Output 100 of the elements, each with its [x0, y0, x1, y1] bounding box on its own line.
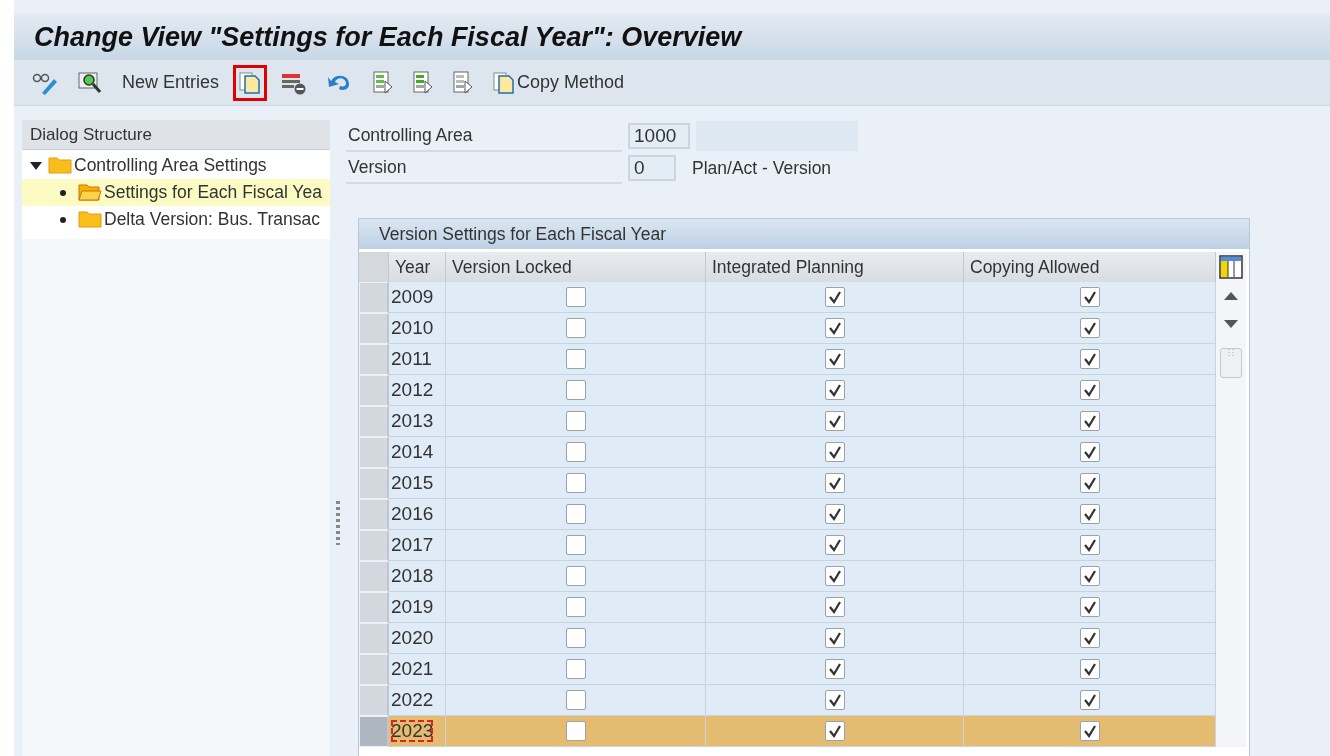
tree-label: Delta Version: Bus. Transac: [104, 209, 320, 230]
copy-icon: [239, 70, 262, 95]
field-label: Version: [346, 152, 622, 184]
table-cell: 2012: [391, 379, 434, 401]
copy-icon: [493, 70, 516, 95]
table-cell: 2022: [391, 689, 434, 711]
table-title: Version Settings for Each Fiscal Year: [359, 219, 1249, 249]
checkbox[interactable]: [1079, 349, 1100, 369]
tree-item[interactable]: Settings for Each Fiscal Yea: [22, 179, 330, 206]
scrollbar-thumb[interactable]: [1220, 348, 1242, 378]
checkbox[interactable]: [565, 318, 586, 338]
input-field[interactable]: 0: [628, 155, 676, 181]
checkbox[interactable]: [1079, 690, 1100, 710]
open-folder-icon: [78, 183, 102, 202]
tree-label: Settings for Each Fiscal Yea: [104, 182, 322, 203]
checkbox[interactable]: [565, 287, 586, 307]
bullet-icon: [60, 216, 66, 223]
checkbox[interactable]: [1079, 380, 1100, 400]
checkbox[interactable]: [565, 566, 586, 586]
tree-item[interactable]: Controlling Area Settings: [22, 152, 330, 179]
checkbox[interactable]: [1079, 659, 1100, 679]
table-cell: 2018: [391, 565, 434, 587]
checkbox[interactable]: [1079, 535, 1100, 555]
table-cell: 2016: [391, 503, 434, 525]
scroll-down-icon[interactable]: [1224, 320, 1238, 328]
table-cell: 2019: [391, 596, 434, 618]
checkbox[interactable]: [824, 380, 845, 400]
checkbox[interactable]: [824, 597, 845, 617]
caret-icon[interactable]: [30, 161, 42, 170]
checkbox[interactable]: [565, 659, 586, 679]
checkbox[interactable]: [565, 721, 586, 741]
checkbox[interactable]: [565, 442, 586, 462]
table-cell: 2017: [391, 534, 434, 556]
checkbox[interactable]: [1079, 411, 1100, 431]
checkbox[interactable]: [824, 659, 845, 679]
checkbox[interactable]: [1079, 504, 1100, 524]
checkbox[interactable]: [824, 721, 845, 741]
deselect-icon: [453, 70, 474, 95]
checkbox[interactable]: [1079, 287, 1100, 307]
checkbox[interactable]: [824, 628, 845, 648]
checkbox[interactable]: [824, 442, 845, 462]
toolbar-button[interactable]: [233, 64, 268, 101]
input-field[interactable]: 1000: [628, 123, 690, 149]
table-cell: 2015: [391, 472, 434, 494]
column-header[interactable]: Year: [389, 252, 446, 282]
checkbox[interactable]: [1079, 721, 1100, 741]
checkbox[interactable]: [1079, 566, 1100, 586]
checkbox[interactable]: [824, 690, 845, 710]
checkbox[interactable]: [565, 597, 586, 617]
checkbox[interactable]: [824, 287, 845, 307]
column-header[interactable]: Version Locked: [446, 252, 706, 282]
checkbox[interactable]: [824, 566, 845, 586]
tree-label: Controlling Area Settings: [74, 155, 267, 176]
checkbox[interactable]: [1079, 473, 1100, 493]
checkbox[interactable]: [1079, 318, 1100, 338]
column-header[interactable]: Integrated Planning: [706, 252, 964, 282]
splitter-handle[interactable]: [336, 501, 340, 545]
select-all-cell[interactable]: [359, 252, 389, 282]
checkbox[interactable]: [1079, 628, 1100, 648]
checkbox[interactable]: [824, 535, 845, 555]
table-settings-icon[interactable]: [1219, 255, 1243, 279]
table-cell: 2014: [391, 441, 434, 463]
bullet-icon: [60, 189, 66, 196]
table-cell: 2020: [391, 627, 434, 649]
field-label: Controlling Area: [346, 120, 622, 152]
vertical-scrollbar[interactable]: [1216, 282, 1246, 747]
field-description: Plan/Act - Version: [692, 157, 832, 179]
checkbox[interactable]: [565, 690, 586, 710]
tree-item[interactable]: Delta Version: Bus. Transac: [22, 206, 330, 233]
column-header[interactable]: Copying Allowed: [964, 252, 1216, 282]
checkbox[interactable]: [565, 628, 586, 648]
table-cell: 2009: [391, 286, 434, 308]
checkbox[interactable]: [565, 349, 586, 369]
select-block-icon: [413, 70, 434, 95]
table-cell: 2021: [391, 658, 434, 680]
table-cell: 2011: [391, 348, 432, 370]
folder-icon: [48, 156, 72, 175]
table-cell: 2010: [391, 317, 434, 339]
checkbox[interactable]: [824, 318, 845, 338]
new-entries-button[interactable]: New Entries: [116, 66, 226, 99]
search-icon: [78, 70, 102, 95]
checkbox[interactable]: [1079, 442, 1100, 462]
checkbox[interactable]: [824, 473, 845, 493]
checkbox[interactable]: [565, 504, 586, 524]
window-title: Change View "Settings for Each Fiscal Year": Overview: [34, 21, 742, 53]
folder-icon: [78, 210, 102, 229]
table-cell: 2013: [391, 410, 434, 432]
checkbox[interactable]: [565, 380, 586, 400]
checkbox[interactable]: [824, 411, 845, 431]
checkbox[interactable]: [565, 535, 586, 555]
copy-method-button[interactable]: Copy Method: [487, 64, 631, 101]
checkbox[interactable]: [1079, 597, 1100, 617]
table-cell: 2023: [391, 720, 434, 742]
checkbox[interactable]: [824, 504, 845, 524]
scroll-up-icon[interactable]: [1224, 292, 1238, 300]
panel-header: Dialog Structure: [22, 120, 330, 150]
select-all-icon: [373, 70, 394, 95]
checkbox[interactable]: [824, 349, 845, 369]
checkbox[interactable]: [565, 411, 586, 431]
checkbox[interactable]: [565, 473, 586, 493]
